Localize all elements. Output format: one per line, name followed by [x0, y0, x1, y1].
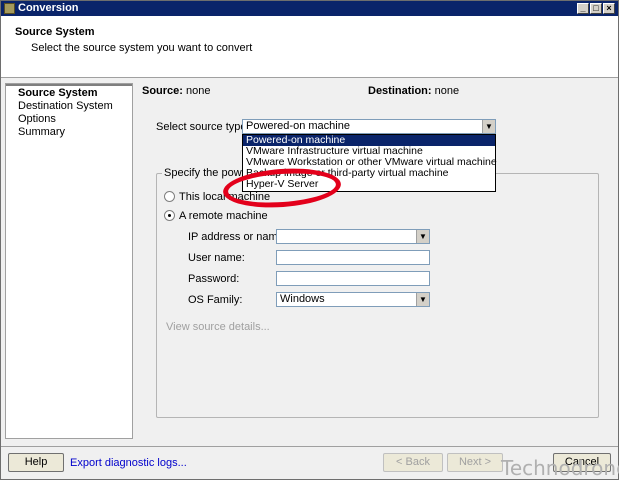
- footer-divider: [1, 446, 618, 447]
- page-title: Source System: [15, 26, 95, 38]
- ip-address-input[interactable]: ▼: [276, 229, 430, 244]
- step-destination-system[interactable]: Destination System: [18, 100, 113, 112]
- password-label: Password:: [188, 273, 240, 285]
- close-button[interactable]: ×: [603, 3, 615, 14]
- user-name-input[interactable]: [276, 250, 430, 265]
- source-type-value: Powered-on machine: [246, 120, 350, 132]
- radio-local-machine[interactable]: [164, 191, 175, 202]
- maximize-button[interactable]: □: [590, 3, 602, 14]
- destination-value: none: [434, 85, 460, 97]
- destination-label: Destination:: [368, 85, 432, 97]
- step-options[interactable]: Options: [18, 113, 56, 125]
- title-bar: Conversion _ □ ×: [1, 1, 618, 16]
- back-button[interactable]: < Back: [383, 453, 443, 472]
- step-summary[interactable]: Summary: [18, 126, 65, 138]
- app-icon: [4, 3, 15, 14]
- view-source-details-link[interactable]: View source details...: [166, 321, 270, 333]
- window-title: Conversion: [18, 2, 79, 14]
- source-label: Source:: [142, 85, 183, 97]
- page-subtitle: Select the source system you want to con…: [31, 42, 253, 54]
- conversion-window: Conversion _ □ × Source System Select th…: [0, 0, 619, 480]
- os-family-select[interactable]: Windows ▼: [276, 292, 430, 307]
- watermark: Technodrone: [501, 456, 619, 480]
- remote-machine-label: A remote machine: [179, 210, 268, 222]
- os-family-value: Windows: [280, 293, 325, 305]
- ip-address-label: IP address or name:: [188, 231, 287, 243]
- source-value: none: [186, 85, 211, 97]
- chevron-down-icon[interactable]: ▼: [482, 120, 495, 133]
- chevron-down-icon[interactable]: ▼: [416, 230, 429, 243]
- user-name-label: User name:: [188, 252, 245, 264]
- destination-summary: Destination: none: [368, 85, 459, 97]
- step-source-system[interactable]: Source System: [18, 87, 97, 99]
- radio-remote-machine[interactable]: [164, 210, 175, 221]
- minimize-button[interactable]: _: [577, 3, 589, 14]
- help-button[interactable]: Help: [8, 453, 64, 472]
- source-type-select[interactable]: Powered-on machine ▼: [242, 119, 496, 134]
- chevron-down-icon[interactable]: ▼: [416, 293, 429, 306]
- wizard-steps: Source System Destination System Options…: [5, 83, 133, 439]
- group-legend: Specify the powe: [162, 167, 250, 179]
- export-logs-link[interactable]: Export diagnostic logs...: [70, 457, 187, 469]
- wizard-header: Source System Select the source system y…: [1, 16, 618, 78]
- steps-divider: [6, 84, 132, 86]
- source-type-label: Select source type:: [156, 121, 250, 133]
- password-input[interactable]: [276, 271, 430, 286]
- next-button[interactable]: Next >: [447, 453, 503, 472]
- os-family-label: OS Family:: [188, 294, 243, 306]
- source-summary: Source: none: [142, 85, 211, 97]
